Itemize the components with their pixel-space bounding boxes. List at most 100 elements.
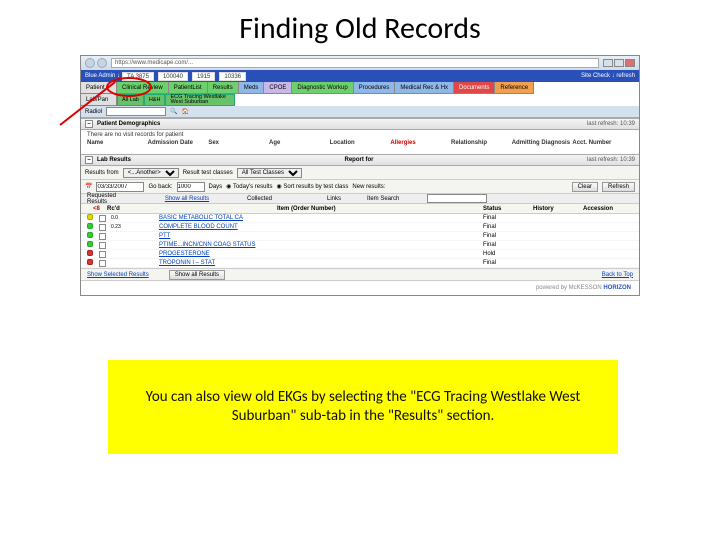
row-checkbox[interactable] <box>99 260 106 267</box>
days-label: Days <box>209 184 223 190</box>
header-right[interactable]: Site Check ↓ refresh <box>581 73 635 79</box>
row-status: Final <box>483 233 533 239</box>
lab-item-link[interactable]: PROGESTERONE <box>159 251 483 257</box>
lab-item-link[interactable]: PTT <box>159 233 483 239</box>
show-all-button[interactable]: Show all Results <box>169 270 225 280</box>
lab-item-link[interactable]: PTIME...INCN/CNN COAG STATUS <box>159 242 483 248</box>
tab-proc[interactable]: Procedures <box>354 82 396 94</box>
tab-results[interactable]: Results <box>208 82 239 94</box>
tab-meds[interactable]: Meds <box>239 82 265 94</box>
page-title: Finding Old Records <box>0 0 720 55</box>
new-label: New results: <box>352 184 385 190</box>
tab-cpoe[interactable]: CPOE <box>264 82 292 94</box>
status-dot-icon <box>87 214 93 220</box>
status-dot-icon <box>87 250 93 256</box>
tab-diag[interactable]: Diagnostic Workup <box>292 82 353 94</box>
row-num: 0.23 <box>111 224 129 230</box>
row-status: Final <box>483 224 533 230</box>
minimize-icon[interactable] <box>603 59 613 67</box>
demographics-header[interactable]: – Patient Demographics last refresh: 10:… <box>81 118 639 130</box>
show-selected-link[interactable]: Show Selected Results <box>87 272 149 278</box>
row-checkbox[interactable] <box>99 215 106 222</box>
col-collected: Collected <box>247 196 327 202</box>
demo-columns: Name Admission Date Sex Age Location All… <box>81 140 639 146</box>
tab-reference[interactable]: Reference <box>495 82 534 94</box>
back-to-top-link[interactable]: Back to Top <box>602 272 633 278</box>
lab-filter-bar-2: 📅 Go back: Days ◉ Today's results ◉ Sort… <box>81 180 639 194</box>
col-links: Links <box>327 196 367 202</box>
lab-filter-bar: Results from <...Another> Result test cl… <box>81 166 639 180</box>
sort-opt[interactable]: ◉ Sort results by test class <box>276 183 348 190</box>
subtab-hh[interactable]: H&H <box>144 94 166 106</box>
lab-row[interactable]: PTT Final <box>81 232 639 241</box>
lab-row[interactable]: PTIME...INCN/CNN COAG STATUS Final <box>81 241 639 250</box>
patient-header: Blue Admin ↓ TA 3875 100040 1915 10336 S… <box>81 70 639 82</box>
status-dot-icon <box>87 223 93 229</box>
home-icon[interactable]: 🏠 <box>182 108 189 115</box>
red-lt8: <8 <box>87 205 107 213</box>
lab-footer: Show Selected Results Show all Results B… <box>81 268 639 280</box>
lab-row[interactable]: 0.23 COMPLETE BLOOD COUNT Final <box>81 223 639 232</box>
days-input[interactable] <box>177 182 205 192</box>
side-label-radio: Radiol <box>85 109 102 115</box>
header-field-1[interactable]: 100040 <box>158 72 188 81</box>
lab-title: Lab Results <box>97 157 131 163</box>
lab-row[interactable]: TROPONIN I – STAT Final <box>81 259 639 268</box>
close-icon[interactable] <box>625 59 635 67</box>
from-label: Results from <box>85 170 119 176</box>
class-select[interactable]: All Test Classes <box>237 168 302 178</box>
forward-icon[interactable] <box>97 58 107 68</box>
maximize-icon[interactable] <box>614 59 624 67</box>
tab-medrec[interactable]: Medical Rec & Hx <box>395 82 454 94</box>
browser-toolbar: https://www.medicape.com/... <box>81 56 639 70</box>
row-checkbox[interactable] <box>99 233 106 240</box>
col-rcvd: Requested Results <box>87 193 127 205</box>
status-dot-icon <box>87 259 93 265</box>
lab-col-headers: <8 Rc'd Item (Order Number) Status Histo… <box>81 204 639 214</box>
col-sex: Sex <box>208 140 269 146</box>
clear-button[interactable]: Clear <box>572 182 598 192</box>
lab-item-link[interactable]: COMPLETE BLOOD COUNT <box>159 224 483 230</box>
demographics-title: Patient Demographics <box>97 121 160 127</box>
item-search-label: Item Search <box>367 196 427 202</box>
show-all-link[interactable]: Show all Results <box>165 196 209 202</box>
collapse-icon[interactable]: – <box>85 156 93 164</box>
item-search-input[interactable] <box>427 194 487 203</box>
class-label: Result test classes <box>183 170 233 176</box>
subtab-ecg-tracing[interactable]: ECG Tracing Westlake West Suburban <box>165 94 235 106</box>
col-age: Age <box>269 140 330 146</box>
tab-documents[interactable]: Documents <box>454 82 495 94</box>
back-icon[interactable] <box>85 58 95 68</box>
tab-clinical-review[interactable]: Clinical Review <box>117 82 169 94</box>
calendar-icon[interactable]: 📅 <box>85 183 92 190</box>
date-input[interactable] <box>96 182 144 192</box>
today-opt[interactable]: ◉ Today's results <box>226 183 272 190</box>
row-checkbox[interactable] <box>99 251 106 258</box>
lab-header[interactable]: – Lab Results Report for last refresh: 1… <box>81 154 639 166</box>
url-bar[interactable]: https://www.medicape.com/... <box>111 58 599 68</box>
from-select[interactable]: <...Another> <box>123 168 179 178</box>
browser-nav <box>85 58 107 68</box>
lab-row[interactable]: PROGESTERONE Hold <box>81 250 639 259</box>
lab-item-link[interactable]: TROPONIN I – STAT <box>159 260 483 266</box>
callout-box: You can also view old EKGs by selecting … <box>108 360 618 454</box>
row-checkbox[interactable] <box>99 242 106 249</box>
search-input[interactable] <box>106 107 166 116</box>
report-for: Report for <box>345 157 374 163</box>
collapse-icon[interactable]: – <box>85 120 93 128</box>
tab-patientlist[interactable]: PatientList <box>169 82 208 94</box>
header-field-3[interactable]: 10336 <box>219 72 246 81</box>
header-field-0[interactable]: TA 3875 <box>122 72 154 81</box>
col-allergies: Allergies <box>390 140 451 146</box>
search-icon[interactable]: 🔍 <box>170 108 177 115</box>
row-checkbox[interactable] <box>99 224 106 231</box>
lab-subheader: Requested Results Show all Results Colle… <box>81 194 639 204</box>
lab-row[interactable]: 0.0 BASIC METABOLIC TOTAL CA Final <box>81 214 639 223</box>
lab-item-link[interactable]: BASIC METABOLIC TOTAL CA <box>159 215 483 221</box>
app-window: https://www.medicape.com/... Blue Admin … <box>80 55 640 296</box>
header-field-2[interactable]: 1915 <box>192 72 215 81</box>
refresh-button[interactable]: Refresh <box>602 182 635 192</box>
subtab-all-lab[interactable]: All Lab <box>117 94 144 106</box>
window-controls <box>603 59 635 67</box>
row-num: 0.0 <box>111 215 129 221</box>
